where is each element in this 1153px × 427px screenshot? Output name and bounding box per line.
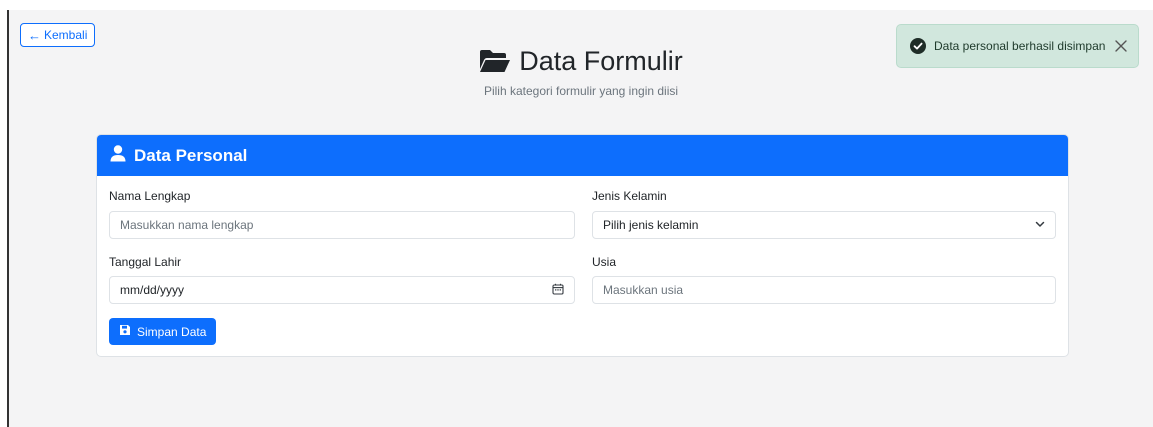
simpan-data-button[interactable]: Simpan Data	[109, 318, 217, 345]
personal-data-card: Data Personal Nama Lengkap Jenis Kelamin…	[96, 134, 1069, 357]
page-title-text: Data Formulir	[519, 46, 683, 76]
nama-lengkap-input[interactable]	[109, 211, 575, 239]
tanggal-lahir-input[interactable]: mm/dd/yyyy	[109, 276, 575, 304]
page-title: Data Formulir	[479, 44, 683, 78]
page-subtitle: Pilih kategori formulir yang ingin diisi	[483, 84, 679, 98]
calendar-icon[interactable]	[552, 283, 564, 298]
folder-open-icon	[479, 49, 511, 73]
usia-label: Usia	[592, 255, 617, 269]
back-button-label: Kembali	[44, 28, 88, 42]
card-title: Data Personal	[134, 145, 248, 165]
success-toast: Data personal berhasil disimpan	[896, 24, 1139, 68]
check-circle-icon	[910, 38, 926, 54]
close-icon[interactable]	[1114, 39, 1128, 53]
chevron-down-icon	[1035, 218, 1045, 232]
jenis-kelamin-label: Jenis Kelamin	[592, 189, 667, 203]
usia-input[interactable]	[592, 276, 1056, 304]
tanggal-lahir-value: mm/dd/yyyy	[120, 283, 185, 297]
save-icon	[119, 324, 131, 339]
tanggal-lahir-label: Tanggal Lahir	[109, 255, 182, 269]
jenis-kelamin-selected: Pilih jenis kelamin	[603, 218, 699, 232]
arrow-left-icon: ←	[28, 27, 41, 43]
page-container: ← Kembali Data Formulir Pilih kategori f…	[9, 10, 1153, 427]
simpan-data-label: Simpan Data	[137, 324, 207, 339]
user-icon	[110, 144, 126, 167]
card-header: Data Personal	[97, 135, 1068, 176]
nama-lengkap-label: Nama Lengkap	[109, 189, 191, 203]
toast-message: Data personal berhasil disimpan	[934, 39, 1106, 53]
jenis-kelamin-select[interactable]: Pilih jenis kelamin	[592, 211, 1056, 239]
